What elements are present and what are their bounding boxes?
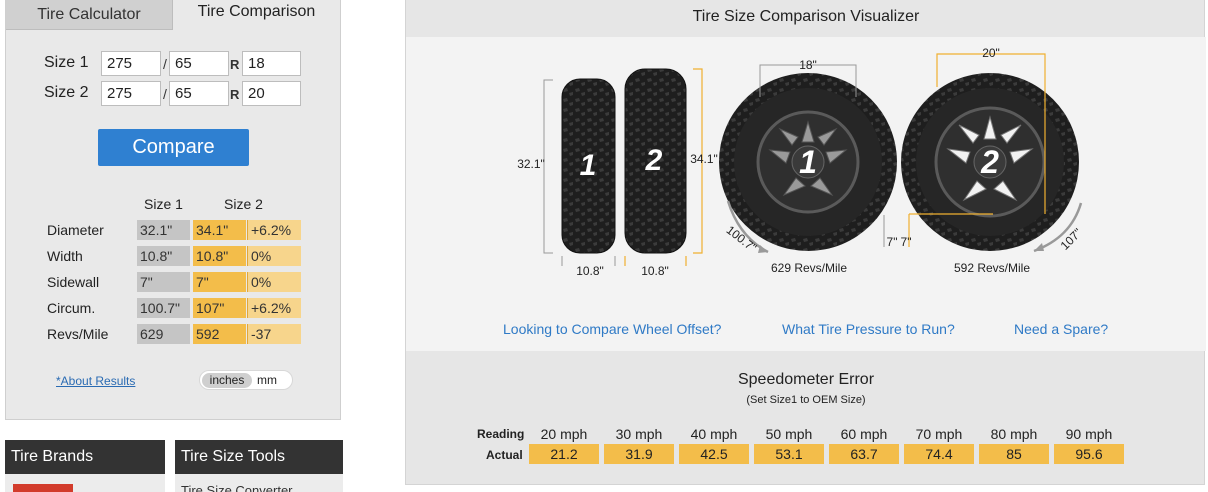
compare-button[interactable]: Compare (98, 129, 249, 166)
results-difference: 0% (247, 272, 301, 292)
results-row-label: Circum. (47, 300, 96, 316)
speedometer-actual: 85 (979, 444, 1049, 464)
tire-size-converter-link[interactable]: Tire Size Converter (181, 483, 293, 492)
speedometer-reading: 20 mph (540, 426, 588, 442)
wheel-1-front: 1 (719, 73, 897, 251)
results-size2-value: 34.1" (193, 220, 246, 240)
side-tire-1-number: 1 (580, 149, 597, 182)
tire2-width-label: 10.8" (641, 264, 669, 278)
comparison-visualizer: Tire Size Comparison Visualizer 1 2 32.1… (405, 0, 1206, 485)
size2-label: Size 2 (44, 84, 89, 101)
size1-aspect-input[interactable]: 65 (169, 51, 229, 76)
side-tire-1: 1 (561, 78, 616, 254)
results-size1-value: 10.8" (137, 246, 190, 266)
results-row-label: Diameter (47, 222, 104, 238)
results-size2-value: 107" (193, 298, 246, 318)
size2-slash: / (163, 86, 167, 102)
brand-logo-icon[interactable] (13, 484, 73, 492)
tab-tire-comparison[interactable]: Tire Comparison (173, 0, 340, 30)
speedometer-reading: 80 mph (990, 426, 1038, 442)
size2-width-input[interactable]: 275 (101, 81, 161, 106)
size1-rim-input[interactable]: 18 (242, 51, 301, 76)
tire1-height-label: 32.1" (517, 157, 545, 171)
size1-label: Size 1 (44, 54, 89, 71)
results-difference: +6.2% (247, 220, 301, 240)
unit-toggle[interactable]: inches mm (199, 370, 293, 390)
size2-aspect-input[interactable]: 65 (169, 81, 229, 106)
results-difference: +6.2% (247, 298, 301, 318)
size2-rim-input[interactable]: 20 (242, 81, 301, 106)
calculator-tabs: Tire Calculator Tire Comparison (6, 0, 340, 30)
tab-tire-calculator[interactable]: Tire Calculator (6, 0, 173, 30)
results-size1-value: 7" (137, 272, 190, 292)
speedometer-reading: 60 mph (840, 426, 888, 442)
tire-size-tools-header: Tire Size Tools (175, 440, 343, 474)
wheel-2-front: 2 (901, 73, 1079, 251)
size1-r: R (230, 57, 240, 72)
side-tire-2: 2 (624, 68, 687, 254)
wheel-2-number: 2 (980, 144, 999, 180)
compare-wheel-offset-link[interactable]: Looking to Compare Wheel Offset? (503, 321, 721, 337)
speedometer-actual: 31.9 (604, 444, 674, 464)
results-size2-value: 10.8" (193, 246, 246, 266)
tire-calculator-panel: Tire Calculator Tire Comparison Size 1 2… (5, 0, 341, 420)
unit-mm-option[interactable]: mm (257, 373, 277, 388)
size1-slash: / (163, 56, 167, 72)
wheel-1-number: 1 (799, 144, 817, 180)
results-header-size2: Size 2 (224, 196, 263, 212)
results-size1-value: 32.1" (137, 220, 190, 240)
need-a-spare-link[interactable]: Need a Spare? (1014, 321, 1108, 337)
speedometer-actual: 95.6 (1054, 444, 1124, 464)
results-row-label: Revs/Mile (47, 326, 109, 342)
wheel1-revs-label: 629 Revs/Mile (771, 261, 847, 275)
speedometer-subtitle: (Set Size1 to OEM Size) (746, 394, 866, 406)
tire-size-tools-body: Tire Size Converter (175, 474, 343, 492)
tire-brands-header: Tire Brands (5, 440, 165, 474)
visualizer-title: Tire Size Comparison Visualizer (692, 8, 920, 25)
speedometer-actual: 21.2 (529, 444, 599, 464)
results-row-label: Width (47, 248, 83, 264)
speedometer-reading: 40 mph (690, 426, 738, 442)
results-size1-value: 100.7" (137, 298, 190, 318)
tire1-width-label: 10.8" (576, 264, 604, 278)
speedometer-reading: 30 mph (615, 426, 663, 442)
results-difference: -37 (247, 324, 301, 344)
speedometer-actual: 53.1 (754, 444, 824, 464)
results-difference: 0% (247, 246, 301, 266)
side-tire-2-number: 2 (645, 144, 663, 177)
speedometer-reading: 70 mph (915, 426, 963, 442)
speedometer-actual: 63.7 (829, 444, 899, 464)
wheel2-arrow-head (1034, 243, 1044, 251)
tire-brands-body (5, 474, 165, 492)
speedometer-actual: 74.4 (904, 444, 974, 464)
wheel2-circum-label: 107" (1058, 226, 1085, 253)
results-size2-value: 7" (193, 272, 246, 292)
results-header-size1: Size 1 (144, 196, 183, 212)
unit-inches-option[interactable]: inches (202, 373, 252, 388)
speedometer-reading: 90 mph (1065, 426, 1113, 442)
results-size1-value: 629 (137, 324, 190, 344)
tire2-height-label: 34.1" (690, 152, 718, 166)
wheel1-rim-label: 18" (799, 58, 817, 72)
about-results-link[interactable]: *About Results (56, 374, 135, 388)
visualizer-stage: 1 2 32.1" 10.8" 34.1" 10.8" 1 18" 100.7"… (406, 37, 1206, 351)
size1-width-input[interactable]: 275 (101, 51, 161, 76)
speedometer-actual: 42.5 (679, 444, 749, 464)
wheel2-rim-label: 20" (982, 46, 1000, 60)
speedometer-reading: 50 mph (765, 426, 813, 442)
results-size2-value: 592 (193, 324, 246, 344)
wheel1-sidewall-label: 7" (887, 235, 898, 249)
wheel2-sidewall-label: 7" (901, 235, 912, 249)
size2-r: R (230, 87, 240, 102)
wheel2-revs-label: 592 Revs/Mile (954, 261, 1030, 275)
speedometer-title: Speedometer Error (737, 371, 875, 388)
tire-pressure-link[interactable]: What Tire Pressure to Run? (782, 321, 955, 337)
results-row-label: Sidewall (47, 274, 100, 290)
actual-row-label: Actual (486, 448, 523, 462)
reading-row-label: Reading (477, 427, 525, 441)
tire-diagram: 1 2 32.1" 10.8" 34.1" 10.8" 1 18" 100.7"… (517, 46, 1085, 278)
